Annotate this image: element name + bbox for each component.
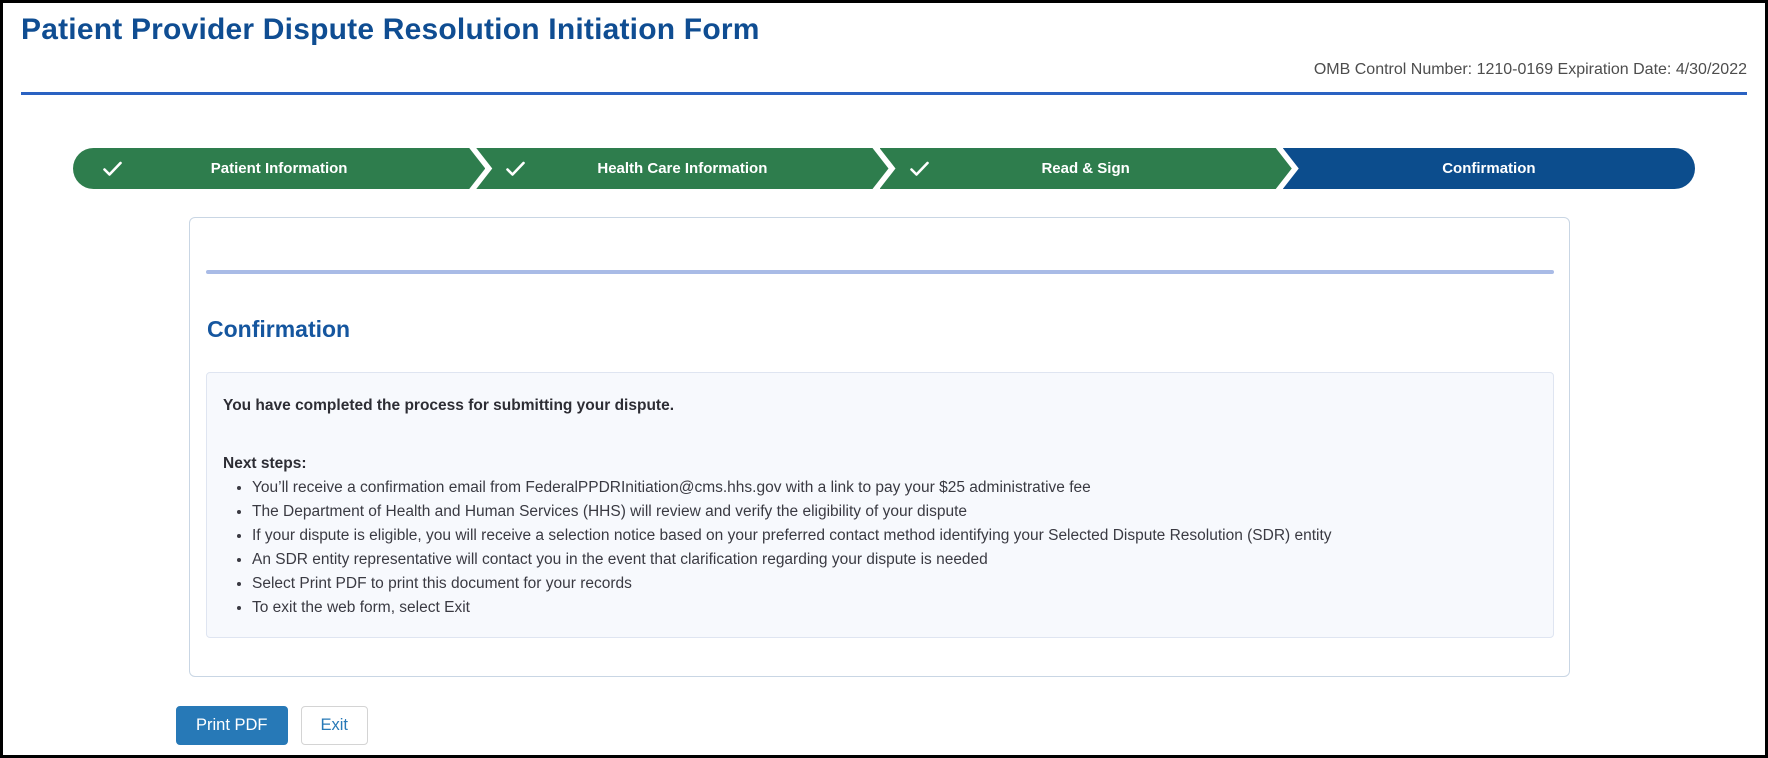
next-step-item: An SDR entity representative will contac…	[252, 551, 1537, 568]
page-title: Patient Provider Dispute Resolution Init…	[21, 13, 1747, 47]
card-top-spacer	[206, 218, 1554, 270]
completion-message: You have completed the process for submi…	[223, 397, 1537, 415]
next-step-item: You’ll receive a confirmation email from…	[252, 479, 1537, 496]
omb-control-text: OMB Control Number: 1210-0169 Expiration…	[21, 61, 1747, 79]
step-read-and-sign: Read & Sign	[880, 148, 1292, 189]
next-steps-label: Next steps:	[223, 455, 1537, 473]
confirmation-info-box: You have completed the process for submi…	[206, 372, 1554, 638]
step-confirmation: Confirmation	[1283, 148, 1695, 189]
progress-stepper: Patient Information Health Care Informat…	[73, 148, 1695, 189]
action-buttons: Print PDF Exit	[176, 706, 1765, 745]
section-heading: Confirmation	[207, 316, 1554, 343]
step-label: Confirmation	[1442, 160, 1535, 177]
page-header: Patient Provider Dispute Resolution Init…	[3, 3, 1765, 79]
check-icon	[910, 161, 929, 176]
exit-button[interactable]: Exit	[301, 706, 369, 745]
step-patient-information: Patient Information	[73, 148, 485, 189]
check-icon	[103, 161, 122, 176]
next-step-item: The Department of Health and Human Servi…	[252, 503, 1537, 520]
step-health-care-information: Health Care Information	[476, 148, 888, 189]
next-steps-list: You’ll receive a confirmation email from…	[223, 479, 1537, 616]
header-divider	[21, 92, 1747, 95]
next-step-item: Select Print PDF to print this document …	[252, 575, 1537, 592]
print-pdf-button[interactable]: Print PDF	[176, 706, 288, 745]
step-label: Read & Sign	[1041, 160, 1129, 177]
next-step-item: If your dispute is eligible, you will re…	[252, 527, 1537, 544]
confirmation-card: Confirmation You have completed the proc…	[189, 217, 1570, 677]
step-label: Patient Information	[211, 160, 348, 177]
accent-line	[206, 270, 1554, 274]
check-icon	[506, 161, 525, 176]
step-label: Health Care Information	[597, 160, 767, 177]
next-step-item: To exit the web form, select Exit	[252, 599, 1537, 616]
